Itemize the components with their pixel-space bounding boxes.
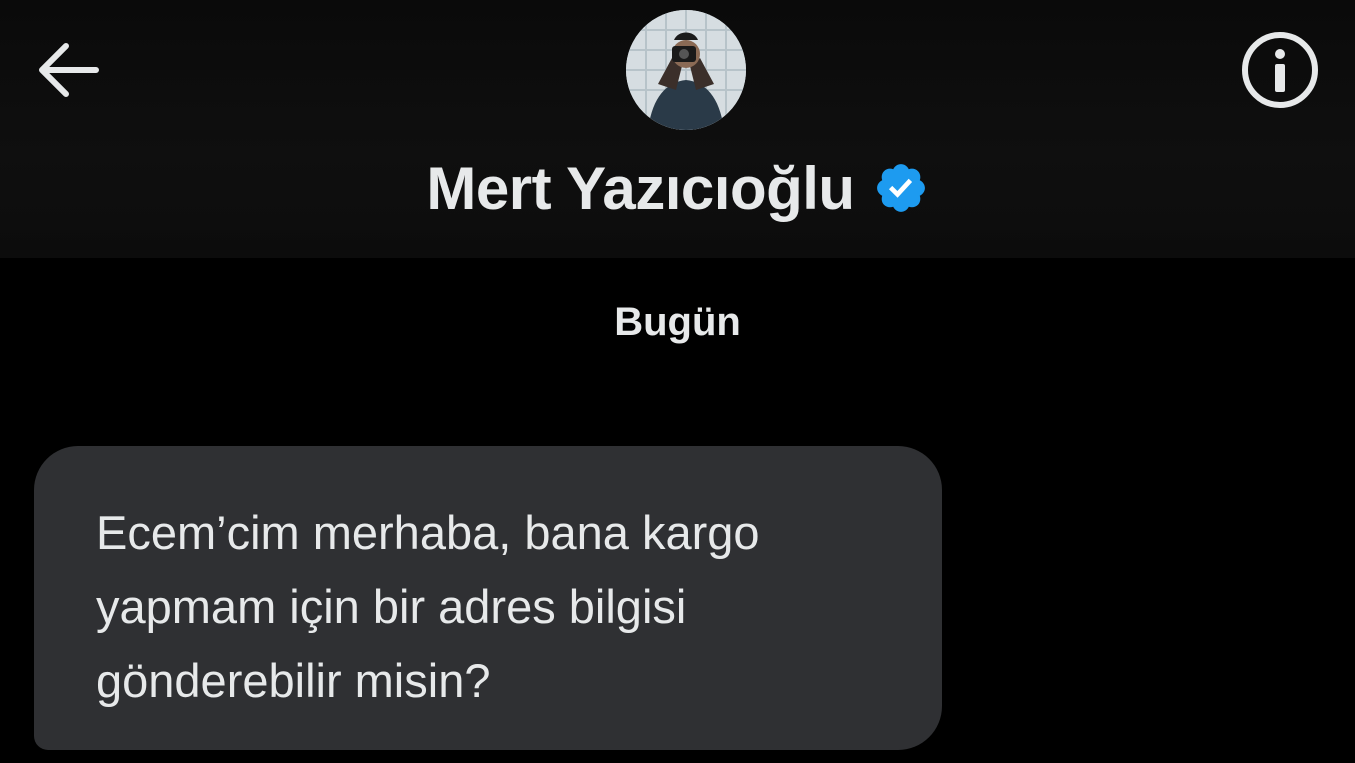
message-text: Ecem’cim merhaba, bana kargo yapmam için… bbox=[96, 506, 760, 707]
contact-name-row: Mert Yazıcıoğlu bbox=[0, 148, 1355, 228]
avatar[interactable] bbox=[626, 10, 746, 130]
date-separator: Bugün bbox=[614, 300, 741, 344]
conversation-header: Mert Yazıcıoğlu bbox=[0, 0, 1355, 258]
conversation-info-button[interactable] bbox=[1232, 28, 1328, 112]
info-circle-icon bbox=[1242, 32, 1318, 108]
contact-name[interactable]: Mert Yazıcıoğlu bbox=[426, 154, 855, 223]
received-message-bubble[interactable]: Ecem’cim merhaba, bana kargo yapmam için… bbox=[34, 446, 942, 750]
back-button[interactable] bbox=[22, 30, 112, 110]
avatar-photo bbox=[626, 10, 746, 130]
verified-badge-icon bbox=[876, 164, 925, 212]
arrow-left-icon bbox=[39, 43, 99, 97]
